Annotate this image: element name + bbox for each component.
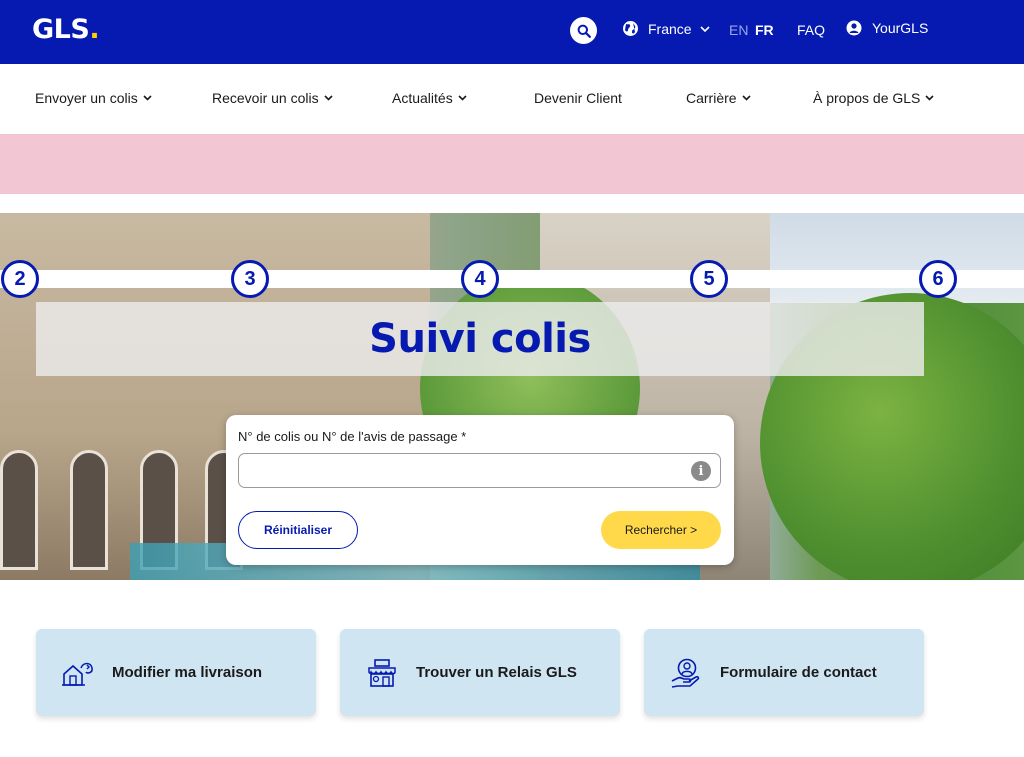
nav-label: Devenir Client bbox=[534, 90, 622, 106]
tile-modifier-livraison[interactable]: Modifier ma livraison bbox=[36, 629, 316, 716]
step-number: 4 bbox=[461, 260, 499, 298]
tile-formulaire-contact[interactable]: Formulaire de contact bbox=[644, 629, 924, 716]
tile-label: Formulaire de contact bbox=[720, 664, 877, 681]
gls-logo[interactable]: GLS. bbox=[32, 14, 100, 45]
hero-arch bbox=[70, 450, 108, 570]
search-button[interactable] bbox=[570, 17, 597, 44]
step-number: 2 bbox=[1, 260, 39, 298]
nav-a-propos-de-gls[interactable]: À propos de GLS bbox=[813, 90, 934, 106]
step-number: 5 bbox=[690, 260, 728, 298]
step-number: 6 bbox=[919, 260, 957, 298]
nav-recevoir-un-colis[interactable]: Recevoir un colis bbox=[212, 90, 333, 106]
nav-devenir-client[interactable]: Devenir Client bbox=[534, 90, 622, 106]
tile-label: Trouver un Relais GLS bbox=[416, 664, 577, 681]
home-delivery-icon bbox=[60, 655, 96, 691]
nav-label: À propos de GLS bbox=[813, 90, 921, 106]
logo-dot: . bbox=[89, 14, 100, 45]
nav-carriere[interactable]: Carrière bbox=[686, 90, 751, 106]
chevron-down-icon bbox=[925, 95, 934, 101]
nav-label: Actualités bbox=[392, 90, 453, 106]
nav-label: Recevoir un colis bbox=[212, 90, 319, 106]
tile-label: Modifier ma livraison bbox=[112, 664, 263, 681]
user-icon bbox=[846, 20, 862, 36]
faq-link[interactable]: FAQ bbox=[797, 22, 825, 38]
hero-arch bbox=[0, 450, 38, 570]
announcement-banner bbox=[0, 134, 1024, 194]
store-icon bbox=[364, 655, 400, 691]
globe-icon bbox=[622, 20, 639, 37]
language-fr[interactable]: FR bbox=[755, 22, 774, 38]
tracking-label: N° de colis ou N° de l'avis de passage * bbox=[238, 429, 467, 444]
contact-hand-icon bbox=[668, 655, 704, 691]
chevron-down-icon bbox=[700, 25, 710, 32]
logo-text: GLS bbox=[32, 14, 90, 45]
tile-trouver-relais[interactable]: Trouver un Relais GLS bbox=[340, 629, 620, 716]
top-bar: GLS. France EN FR FAQ YourGLS bbox=[0, 0, 1024, 64]
chevron-down-icon bbox=[742, 95, 751, 101]
nav-label: Carrière bbox=[686, 90, 737, 106]
country-label: France bbox=[648, 20, 692, 37]
chevron-down-icon bbox=[458, 95, 467, 101]
language-en[interactable]: EN bbox=[729, 22, 748, 38]
chevron-down-icon bbox=[143, 95, 152, 101]
country-selector[interactable]: France bbox=[622, 20, 710, 37]
reset-button[interactable]: Réinitialiser bbox=[238, 511, 358, 549]
search-tracking-button[interactable]: Rechercher > bbox=[601, 511, 721, 549]
yourgls-label: YourGLS bbox=[872, 20, 929, 36]
nav-actualites[interactable]: Actualités bbox=[392, 90, 467, 106]
hero-title-panel: Suivi colis bbox=[36, 302, 924, 376]
step-number: 3 bbox=[231, 260, 269, 298]
tracking-form: N° de colis ou N° de l'avis de passage *… bbox=[226, 415, 734, 565]
yourgls-account-link[interactable]: YourGLS bbox=[846, 20, 928, 36]
tracking-input-wrapper: i bbox=[238, 453, 721, 488]
main-navigation: Envoyer un colis Recevoir un colis Actua… bbox=[0, 64, 1024, 134]
progress-stripe bbox=[0, 270, 1024, 288]
page-title: Suivi colis bbox=[369, 316, 591, 362]
tracking-number-input[interactable] bbox=[249, 460, 679, 482]
info-icon[interactable]: i bbox=[691, 461, 711, 481]
nav-envoyer-un-colis[interactable]: Envoyer un colis bbox=[35, 90, 152, 106]
search-icon bbox=[577, 24, 591, 38]
chevron-down-icon bbox=[324, 95, 333, 101]
nav-label: Envoyer un colis bbox=[35, 90, 138, 106]
